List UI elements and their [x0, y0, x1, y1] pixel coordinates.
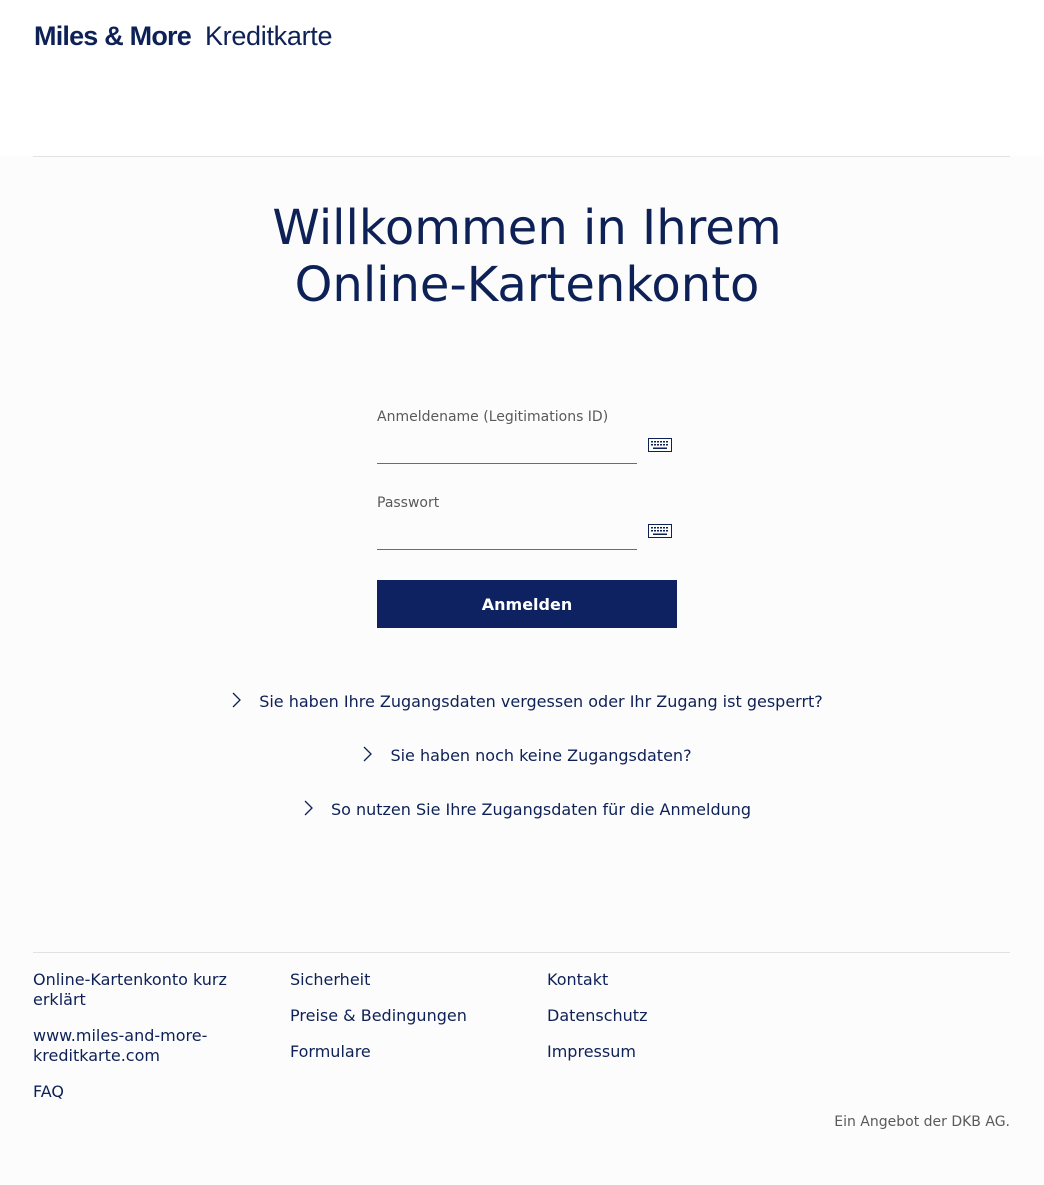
footer-link-website[interactable]: www.miles-and-more-kreditkarte.com — [33, 1026, 253, 1066]
footer-link-security[interactable]: Sicherheit — [290, 970, 510, 990]
password-label: Passwort — [377, 495, 440, 511]
footer-divider — [33, 952, 1010, 953]
username-label: Anmeldename (Legitimations ID) — [377, 409, 609, 425]
page-title: Willkommen in Ihrem Online-Kartenkonto — [0, 200, 1044, 314]
logo-brand-text: Miles & More — [34, 20, 192, 51]
help-link-label: So nutzen Sie Ihre Zugangsdaten für die … — [330, 800, 752, 819]
chevron-right-icon — [232, 692, 242, 708]
page-header: Miles & More Kreditkarte — [0, 0, 1044, 156]
footer-column-2: Sicherheit Preise & Bedingungen Formular… — [290, 970, 510, 1078]
password-input[interactable] — [377, 515, 637, 550]
username-input[interactable] — [377, 429, 637, 464]
header-divider — [33, 156, 1010, 157]
help-link-label: Sie haben Ihre Zugangsdaten vergessen od… — [259, 692, 823, 711]
chevron-right-icon — [363, 746, 373, 762]
footer-link-contact[interactable]: Kontakt — [547, 970, 767, 990]
page-title-line-2: Online-Kartenkonto — [294, 257, 760, 313]
footer-column-1: Online-Kartenkonto kurz erklärt www.mile… — [33, 970, 253, 1118]
footer-link-prices-terms[interactable]: Preise & Bedingungen — [290, 1006, 510, 1026]
help-link-forgot-credentials[interactable]: Sie haben Ihre Zugangsdaten vergessen od… — [0, 692, 1044, 711]
help-link-how-to-use[interactable]: So nutzen Sie Ihre Zugangsdaten für die … — [0, 800, 1044, 819]
miles-and-more-logo[interactable]: Miles & More Kreditkarte — [34, 18, 333, 54]
page-title-line-1: Willkommen in Ihrem — [272, 200, 782, 256]
footer-link-privacy[interactable]: Datenschutz — [547, 1006, 767, 1026]
footer-link-forms[interactable]: Formulare — [290, 1042, 510, 1062]
password-field-group: Passwort — [377, 495, 677, 550]
footer-column-3: Kontakt Datenschutz Impressum — [547, 970, 767, 1078]
help-link-label: Sie haben noch keine Zugangsdaten? — [390, 746, 692, 765]
username-field-group: Anmeldename (Legitimations ID) — [377, 409, 677, 464]
keyboard-icon[interactable] — [648, 524, 672, 538]
help-link-no-credentials[interactable]: Sie haben noch keine Zugangsdaten? — [0, 746, 1044, 765]
provider-note: Ein Angebot der DKB AG. — [834, 1114, 1010, 1130]
keyboard-icon[interactable] — [648, 438, 672, 452]
login-button[interactable]: Anmelden — [377, 580, 677, 628]
chevron-right-icon — [304, 800, 313, 816]
logo-product-text: Kreditkarte — [204, 20, 333, 51]
footer-link-faq[interactable]: FAQ — [33, 1082, 253, 1102]
footer-link-imprint[interactable]: Impressum — [547, 1042, 767, 1062]
footer-link-account-explained[interactable]: Online-Kartenkonto kurz erklärt — [33, 970, 253, 1010]
